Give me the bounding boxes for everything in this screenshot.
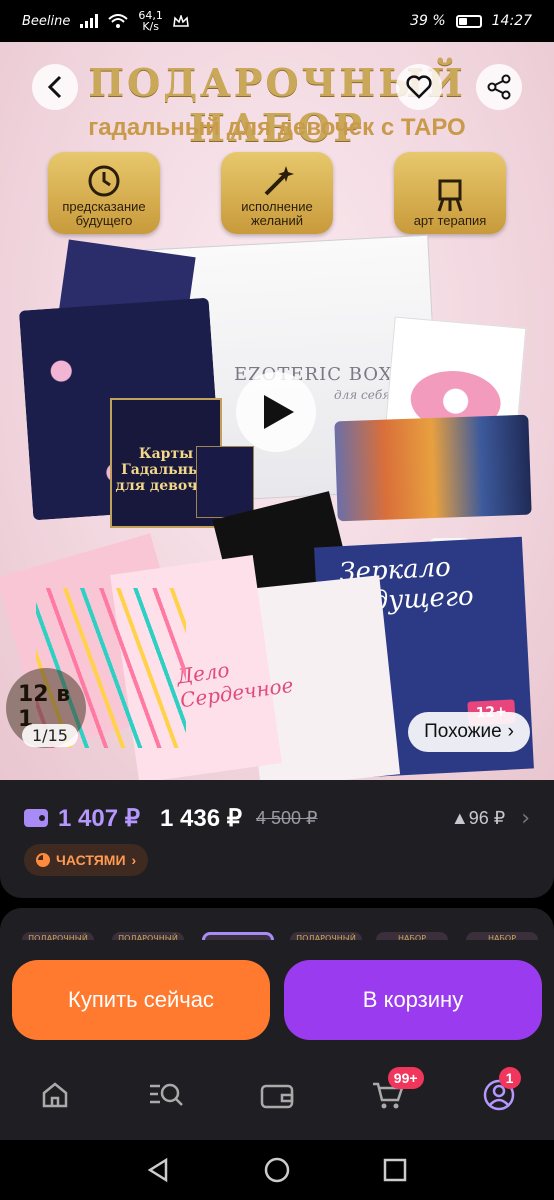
wallet-icon [260,1084,294,1109]
chevron-left-icon [47,75,62,99]
similar-products-label: Похожие [424,721,502,742]
battery-percent: 39 % [410,13,446,29]
tarot-small-box-image [196,446,254,518]
price-panel: 1 407 ₽ 1 436 ₽ 4 500 ₽ ▲96 ₽ › ЧАСТЯМИ … [0,780,554,898]
nav-profile[interactable]: 1 [475,1067,523,1119]
wallet-price: 1 407 ₽ [58,804,140,832]
image-counter: 1/15 [22,724,78,747]
recent-apps-square-icon[interactable] [382,1157,408,1183]
buy-now-button[interactable]: Купить сейчас [12,960,270,1040]
home-icon [43,1082,68,1108]
add-to-cart-button[interactable]: В корзину [284,960,542,1040]
current-price: 1 436 ₽ [160,804,242,832]
product-image-carousel[interactable]: ПОДАРОЧНЫЙ НАБОР гадальный для девочек с… [0,42,554,780]
feature-badge-prediction: предсказание будущего [48,152,160,234]
magic-wand-icon [264,166,294,196]
profile-notification-badge: 1 [498,1067,521,1089]
home-circle-icon[interactable] [263,1156,291,1184]
back-triangle-icon[interactable] [146,1157,172,1183]
nav-catalog[interactable] [142,1071,190,1119]
nav-home[interactable] [31,1071,79,1119]
feature-badge-label: предсказание будущего [62,199,146,228]
chevron-right-icon[interactable]: › [521,806,530,831]
share-button[interactable] [476,64,522,110]
box-brand-sublabel: для себя [334,388,391,402]
chevron-right-icon: › [507,721,514,742]
play-video-button[interactable] [236,372,316,452]
cart-count-badge: 99+ [387,1067,424,1089]
chevron-right-icon: › [131,852,137,868]
play-icon [264,395,294,429]
system-navigation-bar [0,1140,554,1200]
crown-icon [173,15,189,27]
old-price: 4 500 ₽ [256,807,318,828]
wallet-icon [24,809,48,827]
similar-products-button[interactable]: Похожие › [408,712,530,752]
installment-button[interactable]: ЧАСТЯМИ › [24,844,149,876]
battery-icon [455,14,482,28]
feature-badge-art-therapy: арт терапия [394,152,506,234]
favorite-button[interactable] [396,64,442,110]
back-button[interactable] [32,64,78,110]
heart-icon [406,75,432,99]
share-icon [487,74,511,100]
clock-time: 14:27 [491,13,532,29]
nav-wallet[interactable] [253,1071,301,1119]
bonus-points[interactable]: ▲96 ₽ [451,808,505,829]
pie-chart-icon [36,853,50,867]
feature-badge-label: арт терапия [413,213,487,228]
action-bar: Купить сейчас В корзину [0,940,554,1050]
feature-badges: предсказание будущего исполнение желаний… [48,152,506,234]
installment-label: ЧАСТЯМИ [56,852,126,868]
tarot-cards-fan-image [334,414,532,522]
nav-cart[interactable]: 99+ [364,1067,424,1119]
feature-badge-wishes: исполнение желаний [221,152,333,234]
signal-icon [80,14,99,28]
clock-icon [88,165,120,197]
easel-icon [437,179,463,212]
battery-level [458,17,467,25]
feature-badge-label: исполнение желаний [241,199,313,228]
status-bar: Beeline 64,1 K/s 39 % 14:27 [0,0,554,42]
network-speed: 64,1 K/s [138,9,163,33]
product-image-subtitle: гадальный для девочек с ТАРО [88,114,466,141]
price-row: 1 407 ₽ 1 436 ₽ 4 500 ₽ ▲96 ₽ › [24,802,530,834]
bottom-navigation: 99+ 1 [0,1050,554,1140]
wifi-icon [108,14,129,28]
carrier-name: Beeline [22,13,71,29]
catalog-search-icon [150,1083,184,1106]
